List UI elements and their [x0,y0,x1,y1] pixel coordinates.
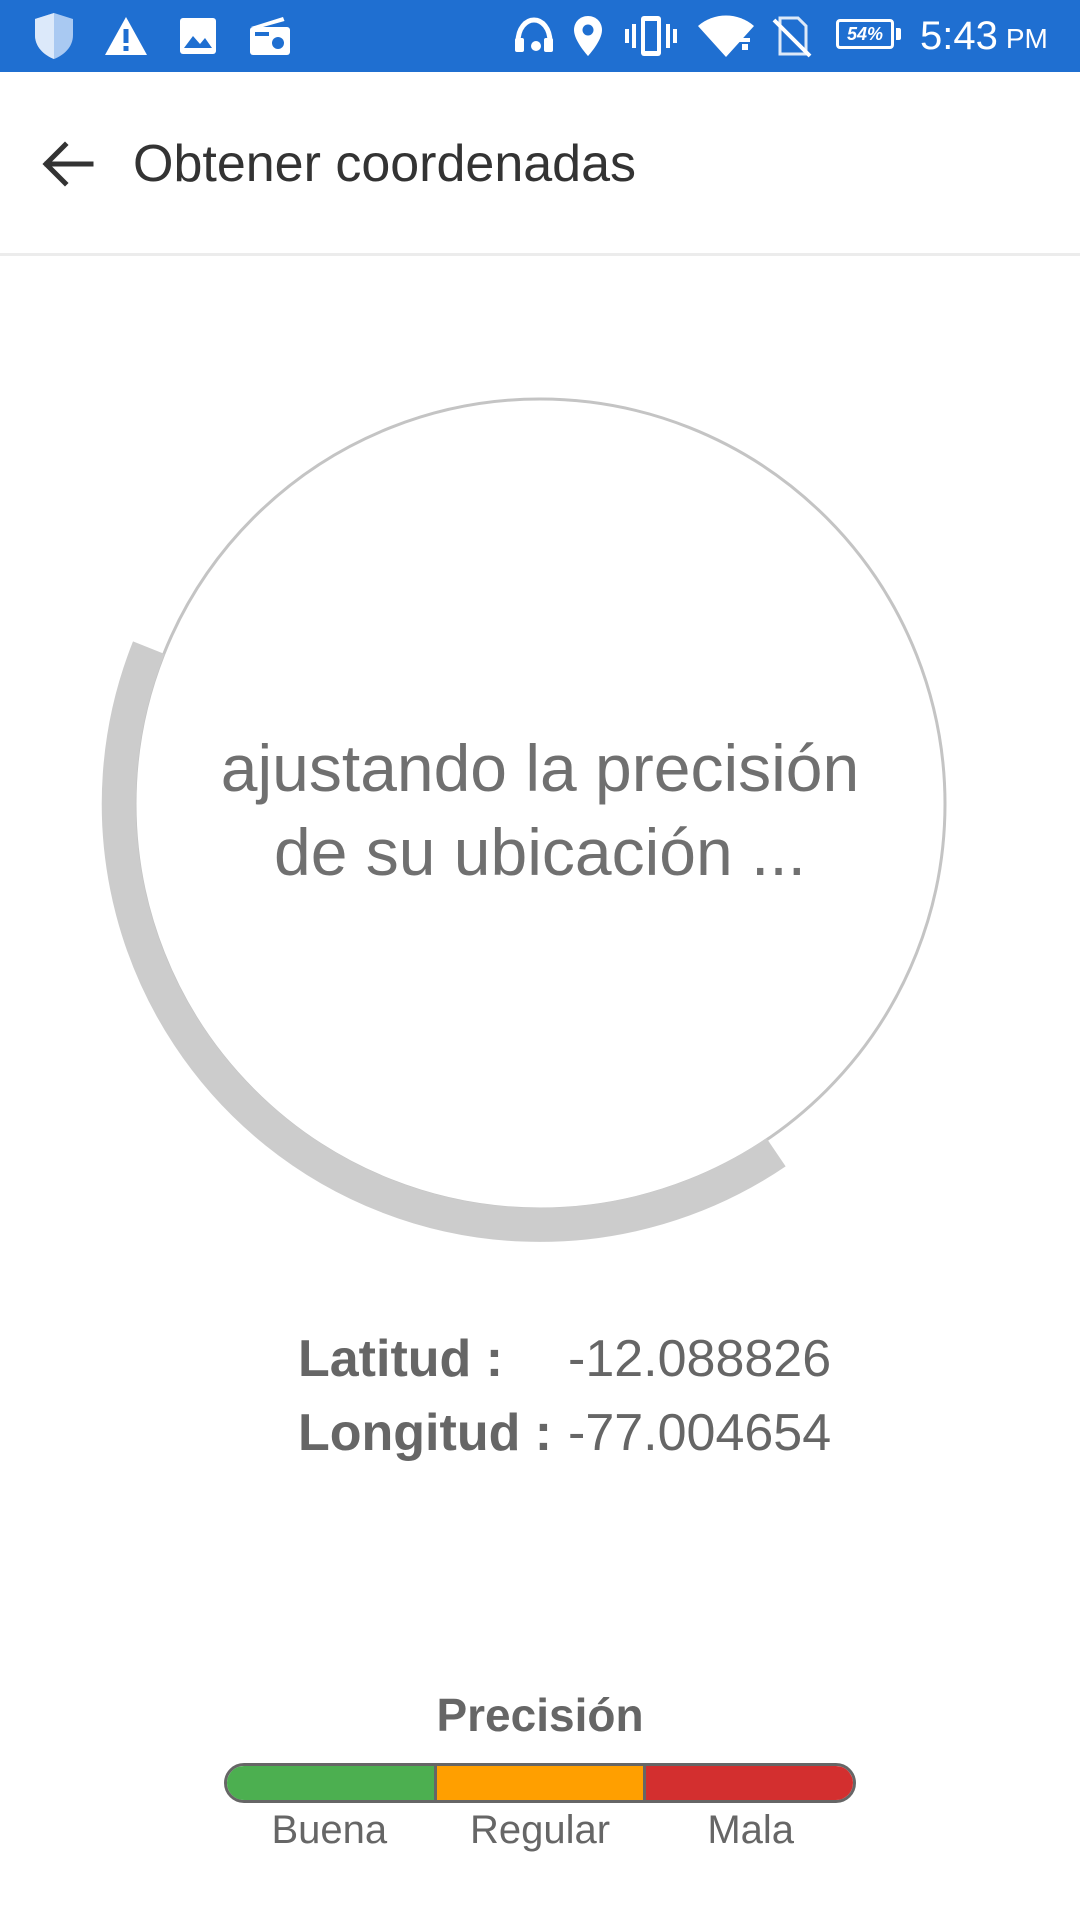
battery-tip [896,28,901,40]
coordinates-panel: Latitud : -12.088826 Longitud : -77.0046… [298,1322,858,1470]
vibrate-icon [622,0,680,72]
precision-title: Precisión [436,1689,644,1741]
wifi-icon [694,0,758,72]
longitude-row: Longitud : -77.004654 [298,1396,858,1470]
precision-label-mala: Mala [707,1808,795,1852]
status-clock: 5:43 PM [920,0,1048,72]
page-title: Obtener coordenadas [133,135,637,193]
shield-icon [28,0,80,72]
battery-percent: 54% [846,23,884,44]
precision-bar [224,1763,856,1803]
latitude-value: -12.088826 [568,1330,832,1388]
radio-icon [246,0,294,72]
warning-icon [102,0,150,72]
precision-segment-mala [643,1766,853,1800]
back-button[interactable] [28,124,108,204]
clock-ampm: PM [1005,23,1048,54]
progress-indicator: ajustando la precisión de su ubicación .… [0,256,1080,1256]
image-icon [176,0,220,72]
app-bar: Obtener coordenadas [0,72,1080,256]
longitude-value: -77.004654 [568,1404,832,1462]
arrow-back-icon [42,141,94,187]
battery-icon: 54% [836,19,894,49]
longitude-label: Longitud : [298,1404,553,1462]
progress-message-line2: de su ubicación ... [274,815,806,889]
precision-label-buena: Buena [271,1808,388,1852]
status-bar: 54% 5:43 PM [0,0,1080,72]
precision-labels: Buena Regular Mala [224,1808,856,1853]
precision-segment-regular [433,1766,644,1800]
latitude-row: Latitud : -12.088826 [298,1322,858,1396]
progress-message-line1: ajustando la precisión [220,731,860,805]
precision-segment-buena [227,1766,434,1800]
no-sim-icon [768,0,816,72]
latitude-label: Latitud : [298,1330,504,1388]
headset-icon [510,0,558,72]
precision-label-regular: Regular [469,1808,611,1852]
location-icon [568,0,608,72]
progress-message: ajustando la precisión de su ubicación .… [140,726,940,894]
clock-time: 5:43 [920,13,998,58]
